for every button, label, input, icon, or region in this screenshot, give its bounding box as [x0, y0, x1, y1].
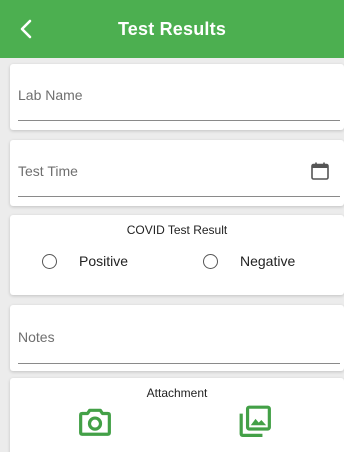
chevron-left-icon: [20, 19, 32, 39]
radio-positive-circle[interactable]: [42, 253, 57, 269]
notes-card: Notes: [10, 305, 344, 371]
camera-icon[interactable]: [78, 405, 112, 439]
back-button[interactable]: [12, 15, 40, 43]
app-bar: Test Results: [0, 0, 344, 58]
lab-name-card: Lab Name: [10, 64, 344, 130]
test-time-underline: [18, 196, 340, 197]
radio-negative-circle[interactable]: [203, 253, 218, 269]
lab-name-input[interactable]: Lab Name: [18, 87, 83, 103]
notes-underline: [18, 363, 340, 364]
attachment-title: Attachment: [146, 386, 208, 400]
covid-result-title: COVID Test Result: [126, 223, 228, 237]
page-title: Test Results: [117, 18, 227, 39]
radio-negative-label: Negative: [240, 253, 296, 269]
gallery-icon[interactable]: [238, 404, 272, 438]
notes-input[interactable]: Notes: [18, 329, 55, 345]
attachment-card: Attachment: [10, 378, 344, 452]
covid-result-card: COVID Test Result Positive Negative: [10, 215, 344, 295]
radio-positive-label: Positive: [79, 253, 129, 269]
calendar-icon[interactable]: [310, 161, 330, 181]
app-screen: Test Results Lab Name Test Time COVID Te…: [0, 0, 344, 452]
test-time-input[interactable]: Test Time: [18, 163, 78, 179]
radio-positive[interactable]: Positive: [42, 253, 128, 269]
radio-negative[interactable]: Negative: [203, 253, 295, 269]
lab-name-underline: [18, 120, 340, 121]
test-time-card: Test Time: [10, 140, 344, 206]
